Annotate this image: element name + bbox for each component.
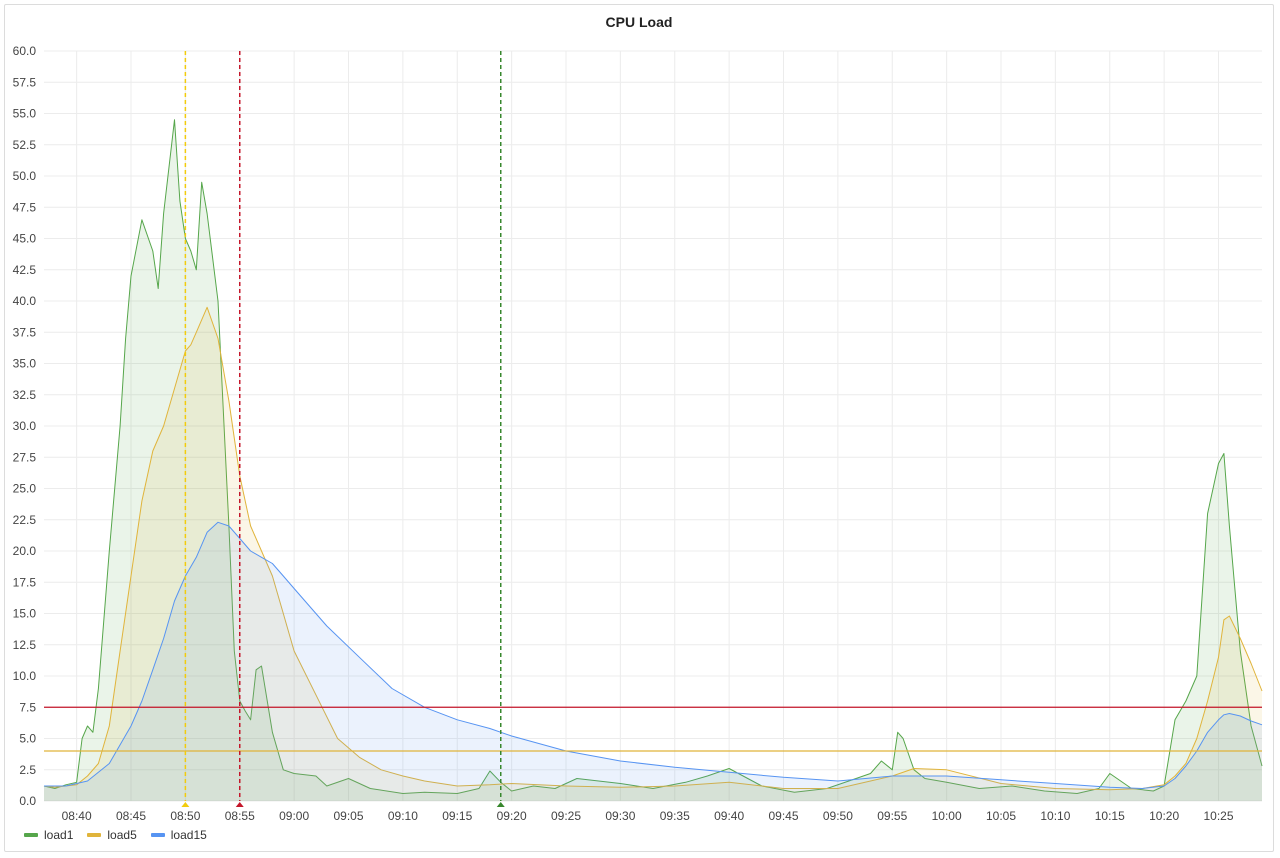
x-tick-label: 09:00 (279, 809, 309, 823)
legend: load1 load5 load15 (24, 828, 207, 842)
y-tick-label: 25.0 (13, 482, 37, 496)
y-tick-label: 22.5 (13, 513, 37, 527)
y-tick-label: 60.0 (13, 44, 37, 58)
y-tick-label: 17.5 (13, 575, 37, 589)
y-tick-label: 45.0 (13, 232, 37, 246)
y-tick-label: 40.0 (13, 294, 37, 308)
y-tick-label: 27.5 (13, 450, 37, 464)
x-tick-label: 10:00 (932, 809, 962, 823)
y-tick-label: 20.0 (13, 544, 37, 558)
legend-label-load5: load5 (107, 828, 137, 842)
y-tick-label: 55.0 (13, 107, 37, 121)
x-tick-label: 08:45 (116, 809, 146, 823)
x-tick-label: 09:25 (551, 809, 581, 823)
y-tick-label: 0.0 (19, 794, 36, 808)
y-tick-label: 7.5 (19, 700, 36, 714)
series-area-load15 (44, 522, 1262, 801)
x-tick-label: 09:20 (497, 809, 527, 823)
x-tick-label: 09:55 (877, 809, 907, 823)
x-tick-label: 09:15 (442, 809, 472, 823)
legend-item-load15[interactable]: load15 (150, 828, 207, 842)
x-tick-label: 09:30 (605, 809, 635, 823)
x-tick-label: 09:10 (388, 809, 418, 823)
x-tick-label: 10:25 (1203, 809, 1233, 823)
x-tick-label: 09:50 (823, 809, 853, 823)
x-tick-label: 10:15 (1095, 809, 1125, 823)
legend-swatch-load1 (24, 833, 38, 837)
x-tick-label: 08:55 (225, 809, 255, 823)
legend-item-load1[interactable]: load1 (24, 828, 73, 842)
annotation-marker-2 (496, 802, 505, 807)
y-tick-label: 15.0 (13, 607, 37, 621)
x-tick-label: 10:20 (1149, 809, 1179, 823)
legend-swatch-load5 (87, 833, 102, 837)
x-tick-label: 08:40 (62, 809, 92, 823)
y-tick-label: 12.5 (13, 638, 37, 652)
x-tick-label: 09:45 (768, 809, 798, 823)
annotation-marker-0 (181, 802, 190, 807)
x-tick-label: 10:05 (986, 809, 1016, 823)
cpu-load-chart: 0.0 2.5 5.0 7.5 10.0 12.5 15.0 17.5 20.0 22.5 25.0… (13, 44, 1263, 823)
y-tick-label: 5.0 (19, 732, 36, 746)
legend-label-load1: load1 (44, 828, 74, 842)
legend-swatch-load15 (150, 833, 165, 837)
x-tick-label: 09:35 (660, 809, 690, 823)
y-tick-label: 32.5 (13, 388, 37, 402)
y-tick-label: 47.5 (13, 200, 37, 214)
x-tick-label: 08:50 (170, 809, 200, 823)
y-tick-label: 2.5 (19, 763, 36, 777)
legend-item-load5[interactable]: load5 (87, 828, 137, 842)
y-tick-label: 42.5 (13, 263, 37, 277)
x-tick-label: 09:05 (333, 809, 363, 823)
legend-label-load15: load15 (170, 828, 207, 842)
y-tick-label: 30.0 (13, 419, 37, 433)
x-tick-label: 09:40 (714, 809, 744, 823)
y-tick-label: 35.0 (13, 357, 37, 371)
annotation-marker-1 (235, 802, 244, 807)
y-tick-label: 37.5 (13, 325, 37, 339)
y-tick-label: 52.5 (13, 138, 37, 152)
y-tick-label: 50.0 (13, 169, 37, 183)
y-tick-label: 10.0 (13, 669, 37, 683)
y-tick-label: 57.5 (13, 75, 37, 89)
x-tick-label: 10:10 (1040, 809, 1070, 823)
